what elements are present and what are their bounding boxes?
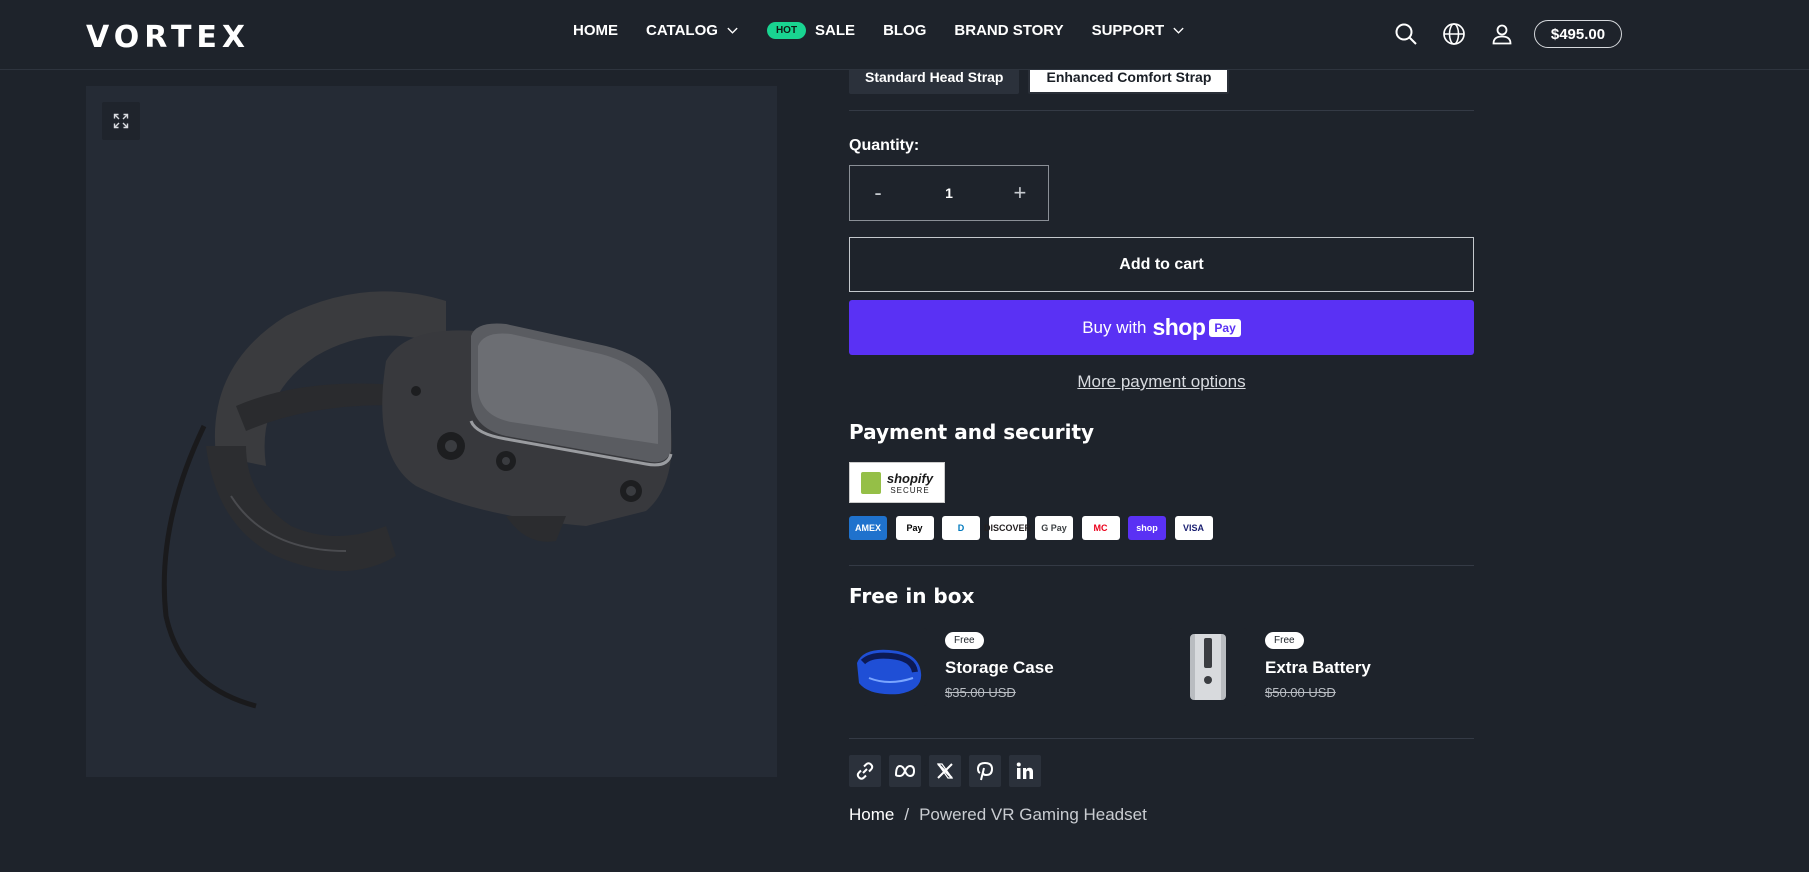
payment-method-icon: D (942, 516, 980, 540)
free-item-price: $35.00 USD (945, 685, 1016, 700)
zoom-button[interactable] (102, 102, 140, 140)
product-gallery (86, 86, 777, 777)
payment-method-icon: G Pay (1035, 516, 1073, 540)
divider (849, 738, 1474, 739)
quantity-input[interactable]: 1 (945, 185, 953, 201)
main-nav: HOME CATALOG HOT SALE BLOG BRAND STORY S… (573, 22, 1213, 39)
shopify-badge-name: shopify (886, 470, 934, 486)
product-image[interactable] (146, 196, 706, 716)
buy-with-label: Buy with (1082, 317, 1147, 337)
buy-with-shop-pay-button[interactable]: Buy with shop Pay (849, 300, 1474, 355)
divider (849, 565, 1474, 566)
divider (849, 110, 1474, 111)
nav-brand-story-label: BRAND STORY (954, 22, 1064, 39)
nav-home-label: HOME (573, 22, 618, 39)
nav-catalog[interactable]: CATALOG (646, 22, 739, 39)
link-icon (856, 762, 874, 780)
cart-total: $495.00 (1550, 25, 1606, 43)
chevron-down-icon (1173, 27, 1184, 34)
quantity-label: Quantity: (849, 137, 920, 154)
storage-case-image (849, 628, 927, 706)
nav-catalog-label: CATALOG (646, 22, 718, 39)
add-to-cart-label: Add to cart (1119, 255, 1204, 273)
pay-badge: Pay (1209, 318, 1241, 337)
logo[interactable]: VORTEX (86, 20, 250, 55)
nav-brand-story[interactable]: BRAND STORY (954, 22, 1063, 39)
breadcrumb-home[interactable]: Home (849, 805, 894, 825)
site-header: VORTEX HOME CATALOG HOT SALE BLOG BRAND … (0, 0, 1809, 70)
nav-sale-label: SALE (815, 22, 856, 39)
shop-wordmark: shop (1152, 314, 1206, 340)
nav-blog-label: BLOG (883, 22, 927, 39)
account-icon[interactable] (1489, 21, 1515, 47)
quantity-stepper: - 1 + (849, 165, 1049, 221)
payment-method-icon: DISCOVER (984, 516, 1031, 540)
payment-method-icon: VISA (1174, 516, 1213, 540)
payment-method-icon: Pay (895, 516, 934, 540)
share-linkedin-button[interactable] (1009, 755, 1041, 787)
share-meta-button[interactable] (889, 755, 921, 787)
extra-battery-image (1169, 628, 1247, 706)
payment-method-icon: MC (1081, 516, 1120, 540)
shopify-secure-badge: shopify SECURE (849, 462, 945, 503)
search-icon[interactable] (1393, 21, 1419, 47)
share-buttons (849, 755, 1049, 787)
payment-methods: AMEX Pay D DISCOVER G Pay MC shop VISA (849, 516, 1221, 540)
breadcrumb-current: Powered VR Gaming Headset (919, 805, 1147, 824)
globe-icon[interactable] (1441, 21, 1467, 47)
increment-button[interactable]: + (992, 166, 1048, 220)
linkedin-icon (1016, 762, 1033, 779)
hot-badge: HOT (766, 22, 807, 39)
free-in-box-title: Free in box (849, 584, 975, 608)
payment-method-icon: AMEX (849, 516, 887, 540)
nav-sale[interactable]: HOT SALE (766, 22, 856, 39)
add-to-cart-button[interactable]: Add to cart (849, 237, 1474, 292)
free-item-name: Extra Battery (1265, 658, 1371, 677)
free-badge: Free (945, 632, 984, 649)
breadcrumb-separator: / (904, 805, 910, 824)
expand-icon (113, 113, 129, 129)
nav-blog[interactable]: BLOG (883, 22, 926, 39)
pinterest-icon (976, 762, 994, 781)
more-payment-options-link[interactable]: More payment options (849, 372, 1474, 392)
chevron-down-icon (727, 27, 738, 34)
share-x-button[interactable] (929, 755, 961, 787)
shopify-badge-secure: SECURE (890, 485, 930, 495)
free-item-extra-battery[interactable]: Free Extra Battery $50.00 USD (1169, 628, 1371, 706)
nav-support[interactable]: SUPPORT (1092, 22, 1186, 39)
shopify-bag-icon (860, 471, 881, 494)
decrement-button[interactable]: - (850, 166, 906, 220)
free-badge: Free (1265, 632, 1304, 649)
free-item-price: $50.00 USD (1265, 685, 1336, 700)
nav-home[interactable]: HOME (573, 22, 618, 39)
x-icon (936, 763, 954, 779)
payment-security-title: Payment and security (849, 420, 1095, 444)
payment-method-icon: shop (1128, 516, 1166, 540)
share-link-button[interactable] (849, 755, 881, 787)
meta-icon (894, 764, 916, 778)
cart-button[interactable]: $495.00 (1534, 20, 1622, 48)
share-pinterest-button[interactable] (969, 755, 1001, 787)
free-item-name: Storage Case (945, 658, 1054, 677)
breadcrumb: Home / Powered VR Gaming Headset (849, 805, 1147, 825)
free-item-storage-case[interactable]: Free Storage Case $35.00 USD (849, 628, 1054, 706)
nav-support-label: SUPPORT (1091, 22, 1165, 39)
